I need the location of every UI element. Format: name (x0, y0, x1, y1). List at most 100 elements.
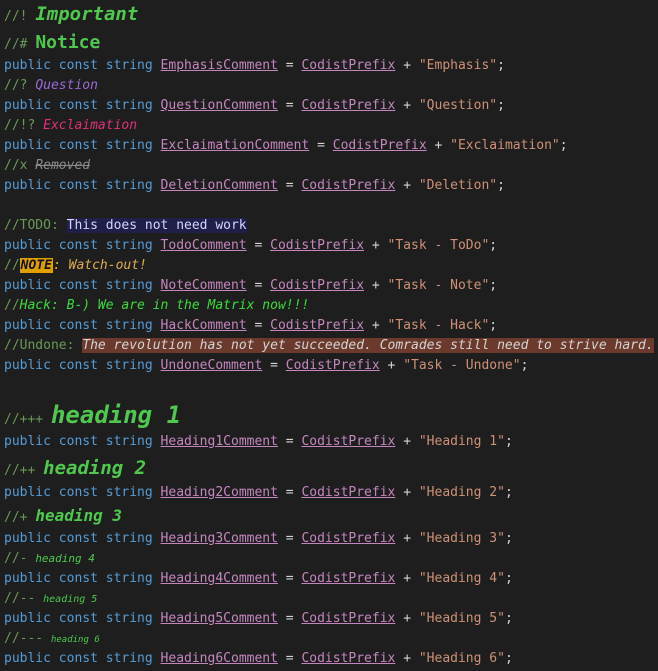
code-line-heading-3[interactable]: public const string Heading3Comment = Co… (4, 529, 513, 549)
code-line-heading-2[interactable]: public const string Heading2Comment = Co… (4, 483, 513, 503)
comment-line-notice[interactable]: //# Notice (4, 31, 100, 55)
identifier-link[interactable]: Heading1Comment (161, 434, 278, 449)
comment-note-text: : Watch-out! (52, 258, 147, 273)
comment-prefix: //+++ (4, 412, 44, 427)
comment-line-heading-3[interactable]: //+ heading 3 (4, 505, 122, 527)
note-tag: NOTE (19, 258, 53, 273)
keyword: public const string (4, 485, 153, 500)
identifier-link[interactable]: TodoComment (161, 238, 247, 253)
operator: + (371, 238, 380, 253)
operator: = (285, 98, 294, 113)
semicolon: ; (489, 278, 498, 293)
heading-3-text: heading 3 (35, 506, 123, 525)
identifier-link[interactable]: CodistPrefix (270, 238, 364, 253)
identifier-link[interactable]: EmphasisComment (161, 58, 278, 73)
code-line-question[interactable]: public const string QuestionComment = Co… (4, 96, 505, 116)
code-line-heading-4[interactable]: public const string Heading4Comment = Co… (4, 569, 513, 589)
semicolon: ; (497, 178, 505, 193)
identifier-link[interactable]: CodistPrefix (286, 358, 380, 373)
string-literal: "Exclaimation" (450, 138, 560, 153)
comment-prefix: //++ (4, 463, 36, 478)
identifier-link[interactable]: UndoneComment (161, 358, 263, 373)
string-literal: "Task - Note" (387, 278, 490, 293)
string-literal: "Task - Undone" (403, 358, 521, 373)
identifier-link[interactable]: CodistPrefix (301, 611, 395, 626)
identifier-link[interactable]: CodistPrefix (270, 318, 364, 333)
identifier-link[interactable]: CodistPrefix (270, 278, 364, 293)
semicolon: ; (504, 434, 513, 449)
identifier-link[interactable]: Heading3Comment (161, 531, 278, 546)
keyword: public const string (4, 98, 153, 113)
comment-line-heading-2[interactable]: //++ heading 2 (4, 455, 146, 481)
comment-line-removed[interactable]: //x Removed (4, 156, 90, 176)
identifier-link[interactable]: CodistPrefix (301, 178, 395, 193)
code-line-heading-1[interactable]: public const string Heading1Comment = Co… (4, 432, 513, 452)
comment-line-todo[interactable]: //TODO: This does not need work (4, 216, 247, 236)
semicolon: ; (504, 531, 513, 546)
comment-line-heading-5[interactable]: //-- heading 5 (4, 589, 97, 609)
operator: = (317, 138, 325, 153)
semicolon: ; (489, 238, 498, 253)
identifier-link[interactable]: CodistPrefix (301, 434, 395, 449)
code-line-emphasis[interactable]: public const string EmphasisComment = Co… (4, 56, 505, 76)
identifier-link[interactable]: Heading6Comment (161, 651, 278, 666)
operator: + (403, 611, 412, 626)
comment-line-hack[interactable]: //Hack: B-) We are in the Matrix now!!! (4, 296, 309, 316)
operator: + (403, 98, 412, 113)
comment-prefix: //!? (4, 118, 36, 133)
code-editor[interactable]: //! Important //# Notice public const st… (0, 0, 658, 671)
comment-removed-text: Removed (35, 158, 91, 173)
comment-line-question[interactable]: //? Question (4, 76, 98, 96)
identifier-link[interactable]: CodistPrefix (301, 98, 395, 113)
semicolon: ; (504, 611, 513, 626)
comment-line-exclamation[interactable]: //!? Exclaimation (4, 116, 137, 136)
operator: + (403, 531, 412, 546)
comment-exclamation-text: Exclaimation (43, 118, 138, 133)
operator: = (285, 531, 294, 546)
code-line-hack[interactable]: public const string HackComment = Codist… (4, 316, 497, 336)
comment-prefix: //TODO: (4, 218, 59, 233)
comment-undone-text: The revolution has not yet succeeded. Co… (82, 338, 654, 353)
code-line-heading-5[interactable]: public const string Heading5Comment = Co… (4, 609, 513, 629)
identifier-link[interactable]: CodistPrefix (333, 138, 427, 153)
comment-line-important[interactable]: //! Important (4, 2, 138, 26)
code-line-undone[interactable]: public const string UndoneComment = Codi… (4, 356, 528, 376)
comment-line-undone[interactable]: //Undone: The revolution has not yet suc… (4, 336, 654, 356)
identifier-link[interactable]: ExclaimationComment (161, 138, 310, 153)
heading-2-text: heading 2 (43, 457, 147, 479)
hack-tag: Hack (19, 298, 51, 313)
comment-line-heading-6[interactable]: //--- heading 6 (4, 629, 100, 649)
identifier-link[interactable]: CodistPrefix (301, 485, 395, 500)
comment-prefix: //? (4, 78, 28, 93)
identifier-link[interactable]: Heading5Comment (161, 611, 278, 626)
code-line-deletion[interactable]: public const string DeletionComment = Co… (4, 176, 505, 196)
string-literal: "Task - ToDo" (387, 238, 490, 253)
comment-question-text: Question (35, 78, 98, 93)
keyword: public const string (4, 318, 153, 333)
comment-line-note[interactable]: //NOTE: Watch-out! (4, 256, 147, 276)
comment-hack-text: : B-) We are in the Matrix now!!! (50, 298, 310, 313)
identifier-link[interactable]: DeletionComment (161, 178, 278, 193)
code-line-exclamation[interactable]: public const string ExclaimationComment … (4, 136, 568, 156)
identifier-link[interactable]: CodistPrefix (301, 651, 395, 666)
code-line-todo[interactable]: public const string TodoComment = Codist… (4, 236, 497, 256)
identifier-link[interactable]: NoteComment (161, 278, 247, 293)
identifier-link[interactable]: CodistPrefix (301, 571, 395, 586)
identifier-link[interactable]: Heading2Comment (161, 485, 278, 500)
code-line-heading-6[interactable]: public const string Heading6Comment = Co… (4, 649, 513, 669)
semicolon: ; (504, 485, 513, 500)
identifier-link[interactable]: Heading4Comment (161, 571, 278, 586)
identifier-link[interactable]: CodistPrefix (301, 531, 395, 546)
identifier-link[interactable]: CodistPrefix (301, 58, 395, 73)
identifier-link[interactable]: QuestionComment (161, 98, 278, 113)
operator: = (285, 485, 294, 500)
operator: = (270, 358, 278, 373)
identifier-link[interactable]: HackComment (161, 318, 247, 333)
string-literal: "Heading 3" (418, 531, 505, 546)
comment-line-heading-4[interactable]: //- heading 4 (4, 549, 95, 569)
code-line-note[interactable]: public const string NoteComment = Codist… (4, 276, 497, 296)
comment-line-heading-1[interactable]: //+++ heading 1 (4, 400, 181, 430)
operator: = (285, 611, 294, 626)
comment-prefix: //! (4, 9, 28, 24)
string-literal: "Deletion" (418, 178, 498, 193)
